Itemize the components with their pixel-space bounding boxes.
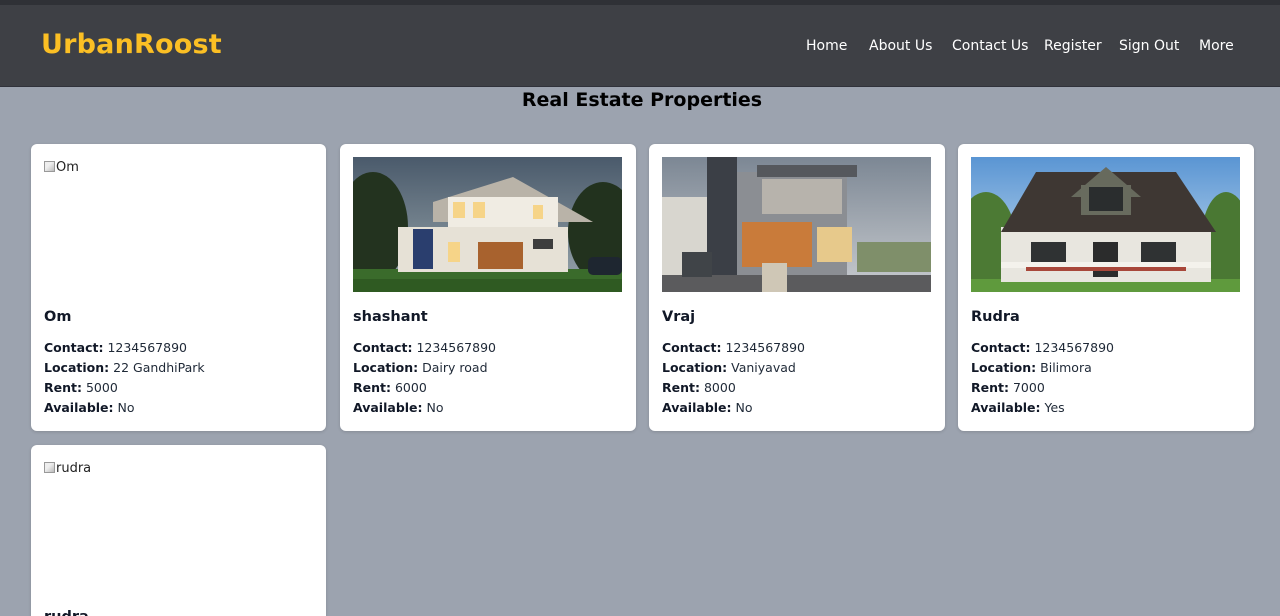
property-rent: Rent: 5000 [44, 380, 118, 395]
property-image-broken: Om [44, 160, 79, 175]
property-rent: Rent: 8000 [662, 380, 736, 395]
broken-image-icon [44, 161, 55, 172]
broken-image-icon [44, 462, 55, 473]
property-card: Rudra Contact: 1234567890 Location: Bili… [958, 144, 1254, 431]
property-location: Location: Bilimora [971, 360, 1092, 375]
nav-link-more[interactable]: More [1199, 38, 1234, 54]
property-location: Location: Dairy road [353, 360, 488, 375]
property-name: shashant [353, 309, 428, 325]
available-value: No [117, 400, 135, 415]
nav-link-home[interactable]: Home [806, 38, 847, 54]
image-alt-text: Om [56, 160, 79, 175]
property-card: Om Om Contact: 1234567890 Location: 22 G… [31, 144, 326, 431]
available-value: No [735, 400, 753, 415]
nav-link-register[interactable]: Register [1044, 38, 1102, 54]
contact-label: Contact: [44, 340, 104, 355]
contact-value: 1234567890 [725, 340, 805, 355]
property-image [353, 157, 622, 292]
property-rent: Rent: 7000 [971, 380, 1045, 395]
property-card: rudra rudra [31, 445, 326, 616]
property-image [971, 157, 1240, 292]
location-value: Dairy road [422, 360, 488, 375]
property-available: Available: No [662, 400, 753, 415]
property-name: rudra [44, 609, 89, 616]
page-title: Real Estate Properties [521, 89, 763, 111]
nav-link-contact-us[interactable]: Contact Us [952, 38, 1028, 54]
property-name: Vraj [662, 309, 696, 325]
location-value: 22 GandhiPark [113, 360, 205, 375]
property-location: Location: 22 GandhiPark [44, 360, 205, 375]
rent-label: Rent: [971, 380, 1009, 395]
image-alt-text: rudra [56, 461, 92, 476]
rent-value: 8000 [703, 380, 736, 395]
contact-label: Contact: [971, 340, 1031, 355]
contact-label: Contact: [662, 340, 722, 355]
available-value: Yes [1044, 400, 1065, 415]
property-contact: Contact: 1234567890 [662, 340, 805, 355]
property-image [662, 157, 931, 292]
rent-value: 6000 [394, 380, 427, 395]
contact-value: 1234567890 [416, 340, 496, 355]
property-contact: Contact: 1234567890 [44, 340, 187, 355]
location-label: Location: [353, 360, 419, 375]
property-available: Available: No [353, 400, 444, 415]
contact-label: Contact: [353, 340, 413, 355]
nav-link-about-us[interactable]: About Us [869, 38, 932, 54]
property-available: Available: No [44, 400, 135, 415]
property-location: Location: Vaniyavad [662, 360, 796, 375]
location-value: Bilimora [1040, 360, 1092, 375]
contact-value: 1234567890 [107, 340, 187, 355]
property-name: Rudra [971, 309, 1020, 325]
rent-label: Rent: [353, 380, 391, 395]
nav-link-sign-out[interactable]: Sign Out [1119, 38, 1179, 54]
available-label: Available: [44, 400, 114, 415]
property-card: shashant Contact: 1234567890 Location: D… [340, 144, 636, 431]
property-name: Om [44, 309, 72, 325]
navbar: UrbanRoost Home About Us Contact Us Regi… [0, 5, 1280, 87]
location-label: Location: [662, 360, 728, 375]
property-image-broken: rudra [44, 461, 91, 476]
available-label: Available: [353, 400, 423, 415]
available-label: Available: [971, 400, 1041, 415]
property-rent: Rent: 6000 [353, 380, 427, 395]
location-value: Vaniyavad [731, 360, 796, 375]
property-available: Available: Yes [971, 400, 1065, 415]
rent-label: Rent: [44, 380, 82, 395]
property-contact: Contact: 1234567890 [353, 340, 496, 355]
property-contact: Contact: 1234567890 [971, 340, 1114, 355]
nav-links: Home About Us Contact Us Register Sign O… [0, 38, 1280, 58]
rent-label: Rent: [662, 380, 700, 395]
rent-value: 5000 [85, 380, 118, 395]
rent-value: 7000 [1012, 380, 1045, 395]
property-card: Vraj Contact: 1234567890 Location: Vaniy… [649, 144, 945, 431]
location-label: Location: [971, 360, 1037, 375]
location-label: Location: [44, 360, 110, 375]
available-value: No [426, 400, 444, 415]
available-label: Available: [662, 400, 732, 415]
contact-value: 1234567890 [1034, 340, 1114, 355]
